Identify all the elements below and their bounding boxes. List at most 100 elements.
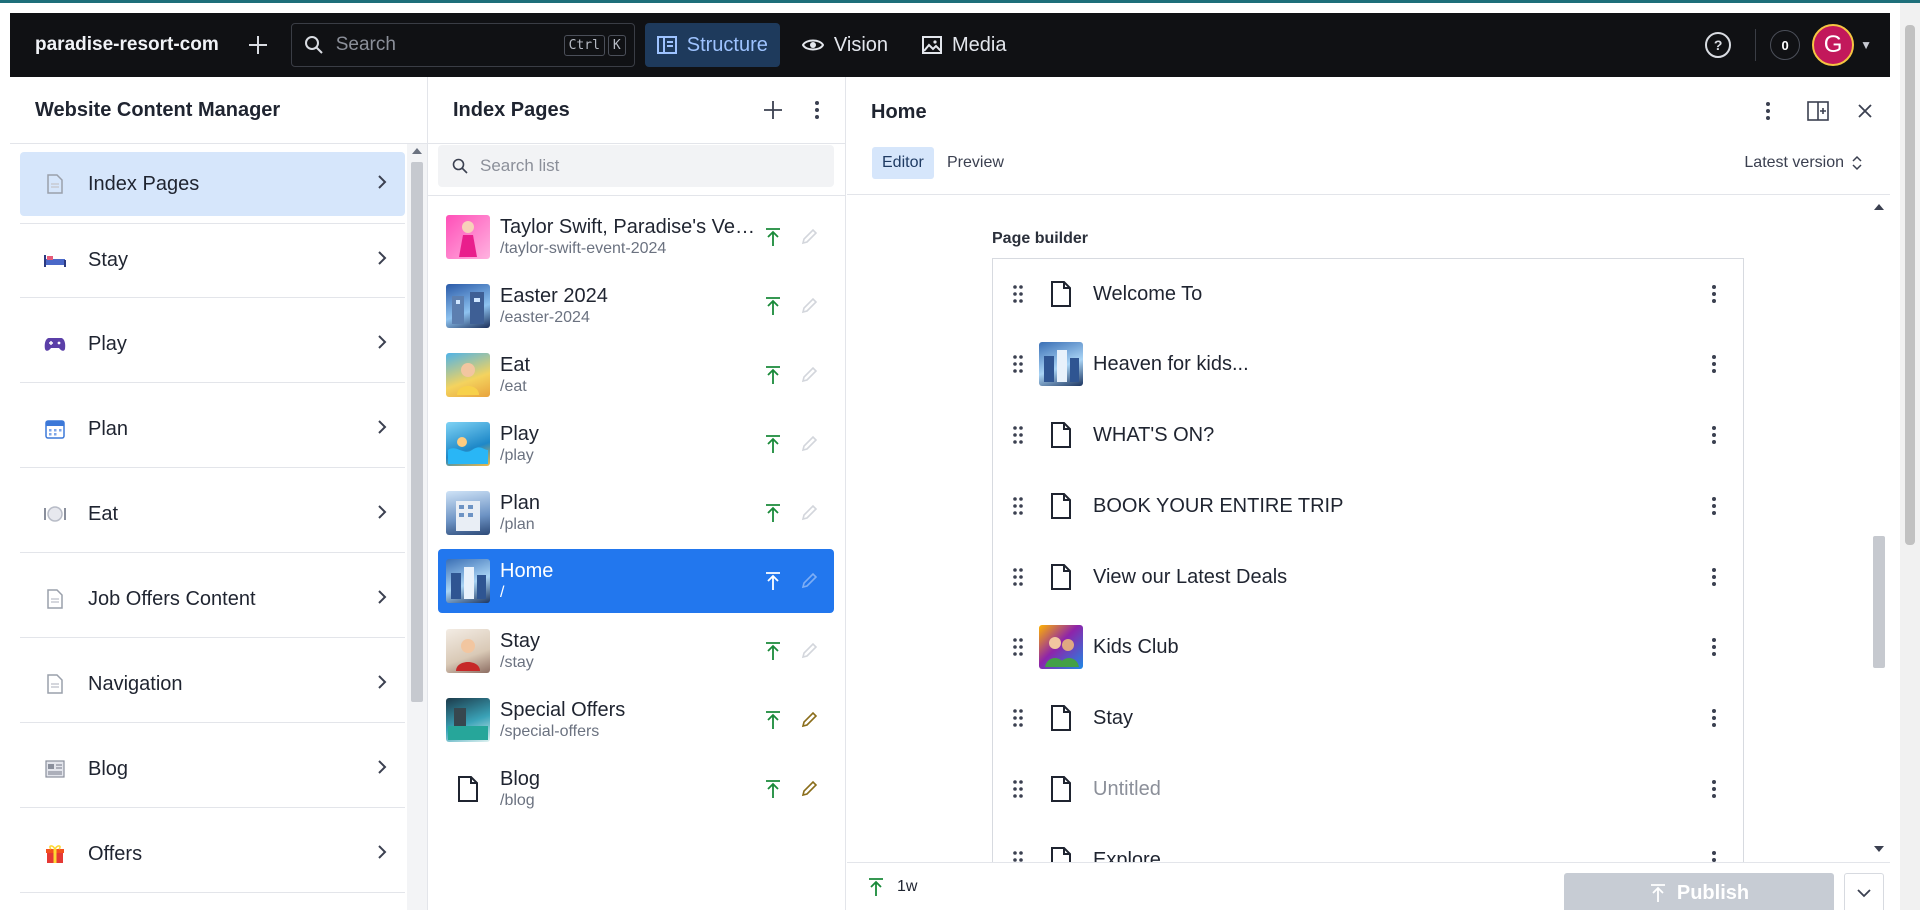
scroll-up-arrow-icon[interactable] — [1874, 204, 1884, 210]
document-thumbnail — [446, 629, 490, 673]
published-icon — [762, 503, 784, 523]
page-builder-item[interactable]: View our Latest Deals — [993, 542, 1743, 612]
drag-handle-icon[interactable] — [1007, 568, 1029, 586]
document-item-play[interactable]: Play/play — [438, 412, 834, 476]
publish-status-age: 1w — [897, 878, 918, 895]
drag-handle-icon[interactable] — [1007, 851, 1029, 862]
list-divider — [20, 892, 405, 893]
global-search[interactable]: Search Ctrl K — [290, 23, 635, 67]
list-menu-button[interactable] — [799, 92, 835, 128]
block-thumbnail — [1039, 625, 1083, 669]
search-list-placeholder: Search list — [480, 156, 560, 175]
publish-menu-button[interactable] — [1844, 873, 1884, 910]
page-builder-item[interactable]: WHAT'S ON? — [993, 400, 1743, 470]
chevron-right-icon — [377, 674, 387, 694]
page-builder-item[interactable]: Stay — [993, 683, 1743, 753]
more-vertical-icon[interactable] — [1699, 567, 1729, 587]
document-item-stay[interactable]: Stay/stay — [438, 619, 834, 683]
help-icon[interactable]: ? — [1705, 32, 1732, 58]
split-pane-icon — [1807, 101, 1829, 121]
tab-vision[interactable]: Vision — [790, 23, 900, 67]
more-vertical-icon[interactable] — [1699, 354, 1729, 374]
tab-editor[interactable]: Editor — [872, 147, 934, 179]
document-title: Blog — [500, 768, 541, 790]
document-item-plan[interactable]: Plan/plan — [438, 481, 834, 545]
page-builder-item[interactable]: Welcome To — [993, 259, 1743, 329]
chevron-down-icon[interactable]: ▼ — [1860, 38, 1872, 52]
sidebar-item-offers[interactable]: Offers — [20, 822, 405, 886]
tab-structure[interactable]: Structure — [644, 23, 780, 67]
document-icon — [1039, 272, 1083, 316]
document-item-special-offers[interactable]: Special Offers/special-offers — [438, 688, 834, 752]
content-list-scrollbar[interactable] — [407, 144, 427, 910]
search-list-input[interactable]: Search list — [438, 145, 834, 187]
close-icon — [1858, 104, 1872, 118]
more-vertical-icon[interactable] — [1699, 779, 1729, 799]
editor-scrollbar[interactable] — [1869, 196, 1889, 862]
search-placeholder: Search — [335, 34, 396, 55]
project-name[interactable]: paradise-resort-com — [35, 34, 219, 56]
scrollbar-thumb[interactable] — [411, 162, 423, 702]
page-builder-item[interactable]: Untitled — [993, 754, 1743, 824]
drag-handle-icon[interactable] — [1007, 497, 1029, 515]
document-item-blog[interactable]: Blog/blog — [438, 757, 834, 821]
drag-handle-icon[interactable] — [1007, 426, 1029, 444]
document-icon — [1039, 413, 1083, 457]
sidebar-item-plan[interactable]: Plan — [20, 397, 405, 461]
window-scrollbar-thumb[interactable] — [1905, 25, 1915, 545]
user-avatar[interactable]: G — [1812, 24, 1855, 66]
list-divider — [20, 297, 405, 298]
sidebar-item-index-pages[interactable]: Index Pages — [20, 152, 405, 216]
tab-preview[interactable]: Preview — [937, 147, 1014, 179]
top-navbar: paradise-resort-com Search Ctrl K Struct… — [10, 13, 1890, 77]
tab-media[interactable]: Media — [910, 23, 1018, 67]
scroll-up-arrow-icon[interactable] — [412, 148, 422, 154]
sidebar-item-eat[interactable]: Eat — [20, 482, 405, 546]
published-icon — [762, 434, 784, 454]
sidebar-item-label: Job Offers Content — [88, 587, 256, 610]
sidebar-item-navigation[interactable]: Navigation — [20, 652, 405, 716]
document-thumbnail — [446, 353, 490, 397]
page-builder-item[interactable]: BOOK YOUR ENTIRE TRIP — [993, 471, 1743, 541]
sidebar-item-blog[interactable]: Blog — [20, 737, 405, 801]
search-icon — [304, 36, 323, 54]
create-new-button[interactable] — [239, 26, 277, 64]
page-builder-item[interactable]: Kids Club — [993, 612, 1743, 682]
publish-button[interactable]: Publish — [1564, 873, 1834, 910]
publish-status[interactable]: 1w — [867, 877, 917, 897]
drag-handle-icon[interactable] — [1007, 638, 1029, 656]
more-vertical-icon[interactable] — [1699, 708, 1729, 728]
drag-handle-icon[interactable] — [1007, 285, 1029, 303]
document-item-easter-2024[interactable]: Easter 2024/easter-2024 — [438, 274, 834, 338]
window-scrollbar[interactable] — [1900, 3, 1920, 910]
document-menu-button[interactable] — [1750, 93, 1786, 129]
content-manager-header: Website Content Manager — [10, 77, 427, 144]
more-vertical-icon[interactable] — [1699, 850, 1729, 862]
document-thumbnail — [446, 559, 490, 603]
more-vertical-icon[interactable] — [1699, 637, 1729, 657]
scrollbar-thumb[interactable] — [1873, 536, 1885, 668]
sidebar-item-stay[interactable]: Stay — [20, 228, 405, 292]
more-vertical-icon[interactable] — [1699, 496, 1729, 516]
sidebar-item-play[interactable]: Play — [20, 312, 405, 376]
drag-handle-icon[interactable] — [1007, 709, 1029, 727]
document-item-taylor-swift[interactable]: Taylor Swift, Paradise's Vers... /taylor-… — [438, 205, 834, 269]
more-vertical-icon[interactable] — [1699, 425, 1729, 445]
chevron-up-down-icon — [1852, 155, 1862, 171]
document-item-home[interactable]: Home / — [438, 549, 834, 613]
add-document-button[interactable] — [755, 92, 791, 128]
drag-handle-icon[interactable] — [1007, 780, 1029, 798]
version-selector[interactable]: Latest version — [1744, 147, 1862, 179]
scroll-down-arrow-icon[interactable] — [1874, 846, 1884, 852]
split-pane-button[interactable] — [1800, 93, 1836, 129]
sidebar-item-job-offers-content[interactable]: Job Offers Content — [20, 567, 405, 631]
pencil-icon — [798, 366, 820, 384]
document-item-eat[interactable]: Eat/eat — [438, 343, 834, 407]
page-builder-item[interactable]: Heaven for kids... — [993, 329, 1743, 399]
more-vertical-icon[interactable] — [1699, 284, 1729, 304]
drag-handle-icon[interactable] — [1007, 355, 1029, 373]
page-builder-item[interactable]: Explore — [993, 825, 1743, 862]
notification-count[interactable]: 0 — [1770, 30, 1801, 60]
document-slug: /stay — [500, 654, 534, 671]
close-pane-button[interactable] — [1847, 93, 1883, 129]
